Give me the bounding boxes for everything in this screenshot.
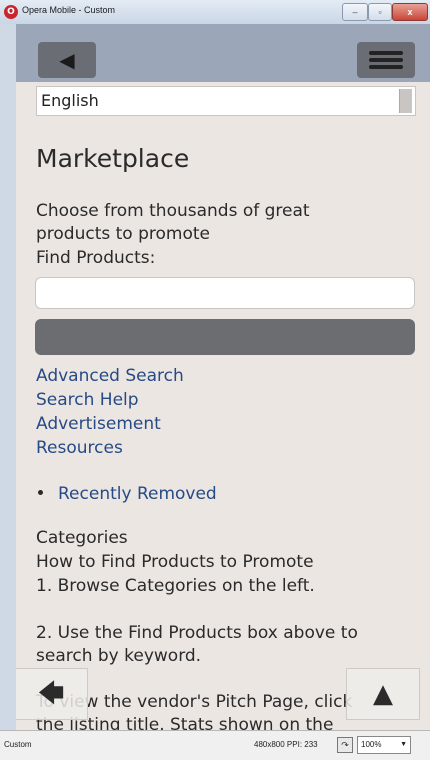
bullet-icon [38,490,43,495]
search-button[interactable] [35,319,415,355]
step-1-text: 1. Browse Categories on the left. [36,576,315,596]
advanced-search-link[interactable]: Advanced Search [36,366,184,386]
opera-logo-icon: O [4,5,18,19]
back-button[interactable]: ◀ [38,42,96,78]
close-button[interactable]: x [392,3,428,21]
arrow-left-icon: 🡄 [37,679,65,709]
find-products-input[interactable] [35,277,415,309]
emulator-status-bar: Custom 480x800 PPI: 233 ↷ 100% ▼ [0,730,430,760]
menu-icon-bar [369,58,403,62]
intro-text-line1: Choose from thousands of great [36,201,310,221]
language-select[interactable]: English [36,86,416,116]
language-select-value: English [41,91,99,110]
window-title: Opera Mobile - Custom [22,5,116,15]
chevron-down-icon: ▼ [400,741,407,748]
resources-link[interactable]: Resources [36,438,123,458]
advertisement-link[interactable]: Advertisement [36,414,161,434]
title-bar: O Opera Mobile - Custom – ▫ x [0,0,430,24]
menu-button[interactable] [357,42,415,78]
resolution-readout: 480x800 PPI: 233 [254,740,318,749]
recently-removed-link[interactable]: Recently Removed [58,484,217,504]
menu-icon-bar [369,65,403,69]
search-help-link[interactable]: Search Help [36,390,139,410]
dropdown-handle-icon[interactable] [399,89,412,113]
zoom-value: 100% [361,740,382,749]
profile-label: Custom [4,740,32,749]
how-to-heading: How to Find Products to Promote [36,552,314,572]
emulator-window: O Opera Mobile - Custom – ▫ x ◀ English … [0,0,430,760]
overlay-back-button[interactable]: 🡄 [16,668,88,720]
browser-toolbar: ◀ [16,24,430,82]
rotate-icon[interactable]: ↷ [337,737,353,753]
minimize-button[interactable]: – [342,3,368,21]
step-2-text-line2: search by keyword. [36,646,202,666]
maximize-button[interactable]: ▫ [368,3,392,21]
step-2-text-line1: 2. Use the Find Products box above to [36,623,358,643]
menu-icon [369,51,403,55]
overlay-scroll-top-button[interactable]: ▲ [346,668,420,720]
categories-heading: Categories [36,528,128,548]
intro-text-line2: products to promote [36,224,211,244]
page-title: Marketplace [36,144,190,173]
browser-viewport: ◀ English Marketplace Choose from thousa… [16,24,430,730]
chevron-left-icon: ◀ [59,48,75,72]
zoom-select[interactable]: 100% ▼ [357,736,411,754]
find-products-label: Find Products: [36,248,156,268]
arrow-up-icon: ▲ [373,679,393,709]
